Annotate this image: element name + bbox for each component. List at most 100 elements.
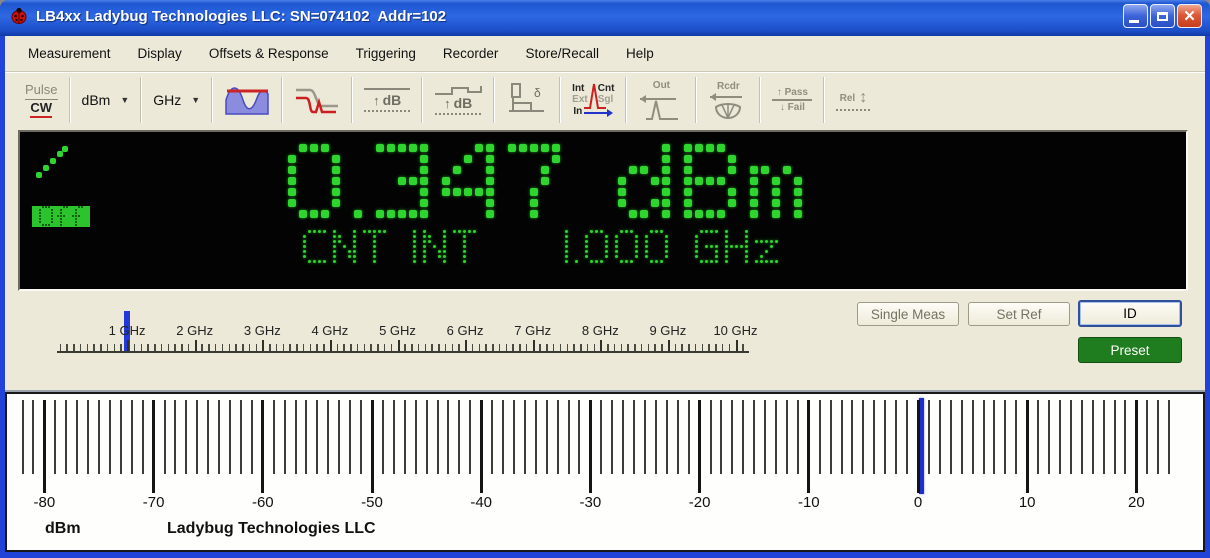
dotted-line-icon xyxy=(435,113,482,115)
meter-tick-label: 0 xyxy=(913,494,923,511)
toolbar-separator xyxy=(421,77,424,123)
frequency-tick-label: 6 GHz xyxy=(446,323,484,338)
single-meas-button[interactable]: Single Meas xyxy=(857,302,959,326)
pulse-cw-button[interactable]: Pulse CW xyxy=(15,74,68,126)
analog-meter: dBm Ladybug Technologies LLC -80 -70 -60 -5… xyxy=(5,392,1205,552)
power-unit-dropdown[interactable]: dBm ▼ xyxy=(72,74,140,126)
recorder-out-label: Rcdr xyxy=(717,80,740,92)
chevron-down-icon: ▼ xyxy=(191,95,201,105)
frequency-tick xyxy=(79,344,82,351)
title-bar: LB4xx Ladybug Technologies LLC: SN=07410… xyxy=(0,0,1210,36)
app-window: LB4xx Ladybug Technologies LLC: SN=07410… xyxy=(0,0,1210,558)
meter-tick xyxy=(927,400,930,474)
frequency-tick xyxy=(113,344,116,351)
menu-triggering[interactable]: Triggering xyxy=(356,46,416,61)
meter-tick xyxy=(578,400,581,474)
averaging-button[interactable] xyxy=(214,74,280,126)
frequency-tick xyxy=(201,344,203,351)
offset-db-button[interactable]: ↑ dB xyxy=(354,74,420,126)
meter-tick xyxy=(764,400,767,474)
trigger-mode-button[interactable]: Int Cnt Ext Sgl In xyxy=(562,74,624,126)
frequency-tick xyxy=(485,344,487,351)
meter-tick xyxy=(294,400,297,474)
meter-tick xyxy=(119,400,122,474)
updown-arrow-icon: ↕ xyxy=(859,89,868,106)
meter-tick xyxy=(1048,400,1051,474)
frequency-tick xyxy=(607,344,609,351)
set-ref-button[interactable]: Set Ref xyxy=(968,302,1070,326)
trigger-out-button[interactable]: Out xyxy=(628,74,694,126)
frequency-tick xyxy=(620,344,623,351)
step-line-icon xyxy=(435,86,483,95)
frequency-tick xyxy=(181,344,183,351)
frequency-tick xyxy=(451,344,454,351)
solid-line-icon xyxy=(364,88,411,90)
duty-cycle-button[interactable]: δ xyxy=(496,74,558,126)
meter-tick xyxy=(753,400,756,474)
arrow-up-icon: ↑ xyxy=(776,87,785,98)
toolbar-separator xyxy=(351,77,354,123)
meter-tick xyxy=(1080,400,1083,474)
menu-recorder[interactable]: Recorder xyxy=(443,46,499,61)
menu-help[interactable]: Help xyxy=(626,46,654,61)
preset-button[interactable]: Preset xyxy=(1078,337,1182,363)
menu-display[interactable]: Display xyxy=(138,46,182,61)
minimize-button[interactable] xyxy=(1123,4,1148,28)
frequency-tick-label: 5 GHz xyxy=(379,323,416,338)
frequency-tick xyxy=(86,344,89,351)
frequency-tick xyxy=(336,344,339,351)
frequency-tick xyxy=(505,344,508,351)
cw-label: CW xyxy=(30,100,53,118)
frequency-tick xyxy=(708,344,710,351)
id-button[interactable]: ID xyxy=(1078,300,1182,327)
meter-tick xyxy=(469,400,472,474)
frequency-tick xyxy=(627,344,629,351)
toolbar-separator xyxy=(759,77,762,123)
meter-tick xyxy=(436,400,439,474)
meter-tick xyxy=(207,400,210,474)
recorder-out-button[interactable]: Rcdr xyxy=(698,74,758,126)
meter-tick xyxy=(327,400,330,474)
menu-store-recall[interactable]: Store/Recall xyxy=(525,46,599,61)
frequency-tick xyxy=(411,344,413,351)
meter-tick xyxy=(1004,400,1007,474)
frequency-tick xyxy=(600,340,603,351)
close-button[interactable]: ✕ xyxy=(1177,4,1202,28)
meter-tick xyxy=(709,400,712,474)
frequency-tick xyxy=(120,344,122,351)
frequency-tick xyxy=(559,344,562,351)
meter-unit-label: dBm xyxy=(45,520,81,537)
meter-tick xyxy=(360,400,363,474)
frequency-tick xyxy=(248,344,251,351)
meter-tick xyxy=(895,400,898,474)
meter-tick xyxy=(884,400,887,474)
filter-button[interactable] xyxy=(284,74,350,126)
frequency-tick xyxy=(667,340,670,351)
frequency-tick xyxy=(661,344,663,351)
arrow-down-icon: ↓ xyxy=(779,102,788,113)
maximize-button[interactable] xyxy=(1150,4,1175,28)
relative-measure-button[interactable]: Rel ↕ xyxy=(826,74,880,126)
meter-tick-label: -70 xyxy=(142,494,165,511)
freq-unit-dropdown[interactable]: GHz ▼ xyxy=(143,74,210,126)
frequency-tick xyxy=(282,344,285,351)
menu-measurement[interactable]: Measurement xyxy=(28,46,111,61)
meter-tick xyxy=(1146,400,1149,474)
toolbar-separator xyxy=(140,77,143,123)
meter-tick xyxy=(42,400,46,493)
meter-tick xyxy=(316,400,319,474)
pass-fail-button[interactable]: ↑ Pass ↓ Fail xyxy=(762,74,822,126)
toolbar-separator xyxy=(493,77,496,123)
toolbar-separator xyxy=(625,77,628,123)
meter-tick xyxy=(676,400,679,474)
frequency-tick xyxy=(106,344,109,351)
meter-tick xyxy=(567,400,570,474)
frequency-tick-label: 1 GHz xyxy=(108,323,146,338)
frequency-tick xyxy=(431,344,433,351)
frequency-tick xyxy=(458,344,460,351)
response-db-button[interactable]: ↑ dB xyxy=(424,74,492,126)
frequency-tick xyxy=(586,344,589,351)
frequency-tick xyxy=(309,344,312,351)
menu-offsets-response[interactable]: Offsets & Response xyxy=(209,46,329,61)
meter-tick xyxy=(960,400,963,474)
